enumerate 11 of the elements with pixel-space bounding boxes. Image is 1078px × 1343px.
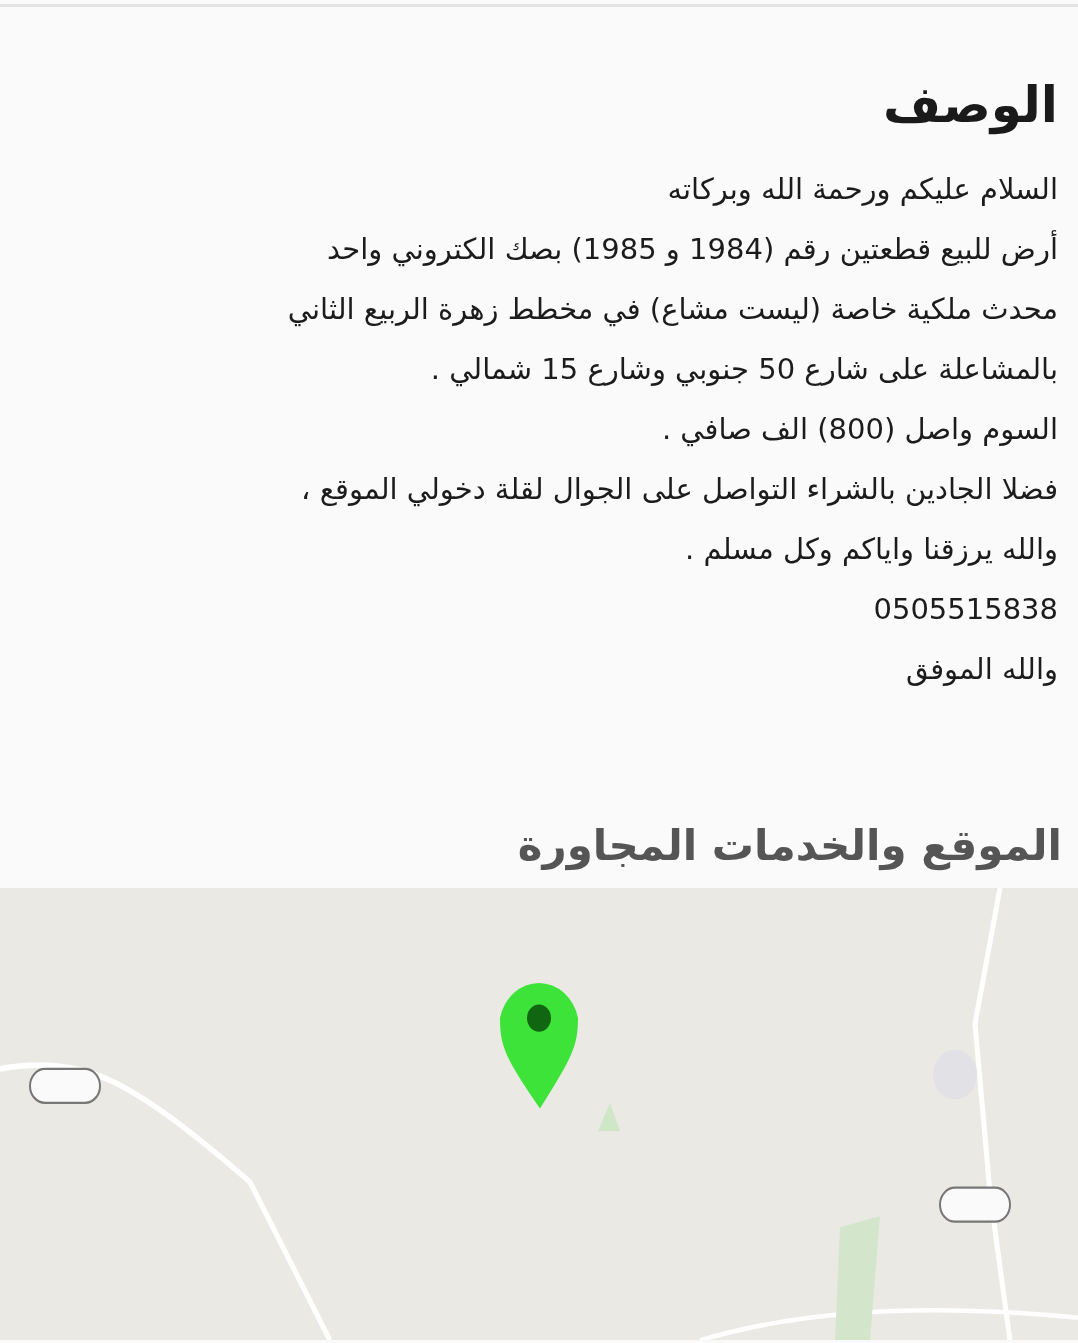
description-line: السوم واصل (800) الف صافي .: [660, 411, 1059, 449]
description-line: 0505515838: [872, 591, 1059, 628]
description-line: والله الموفق: [905, 651, 1059, 688]
description-line: أرض للبيع قطعتين رقم (1984 و 1985) بصك الكتروني واحد: [326, 229, 1059, 269]
description-line: بالمشاعلة على شارع 50 جنوبي وشارع 15 شمالي .: [429, 351, 1059, 389]
section-title: الوصف: [881, 75, 1058, 135]
section-title: الموقع والخدمات المجاورة: [516, 820, 1062, 873]
description-line: والله يرزقنا واياكم وكل مسلم .: [683, 531, 1059, 568]
description-line: محدث ملكية خاصة (ليست مشاع) في مخطط زهرة الربيع الثاني: [286, 291, 1059, 329]
description-line: السلام عليكم ورحمة الله وبركاته: [666, 171, 1059, 208]
description-line: فضلا الجادين بالشراء التواصل على الجوال لقلة دخولي الموقع ،: [300, 471, 1059, 509]
